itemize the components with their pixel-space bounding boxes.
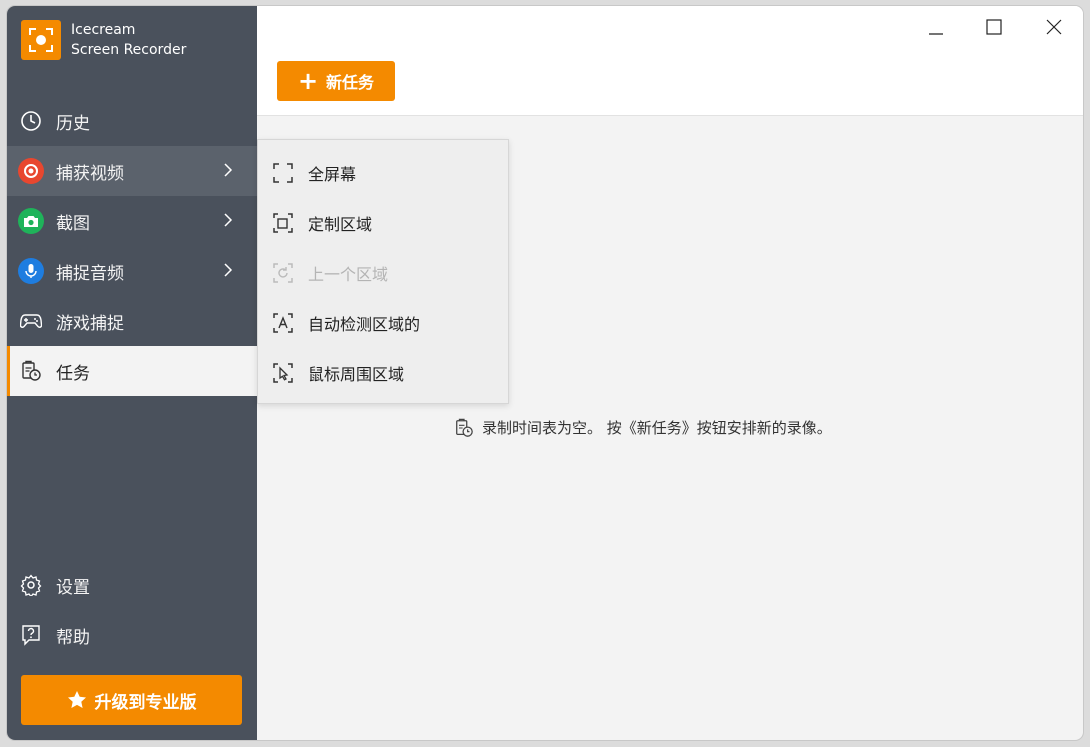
task-icon [18, 358, 44, 384]
menu-item-label: 鼠标周围区域 [308, 365, 405, 384]
camera-icon [18, 208, 44, 234]
star-icon [67, 691, 86, 708]
plus-icon: + [297, 67, 319, 95]
sidebar-item-game-capture[interactable]: 游戏捕捉 [7, 296, 257, 346]
sidebar-item-capture-video[interactable]: 捕获视频 [7, 146, 257, 196]
help-icon [18, 622, 44, 648]
sidebar-item-tasks[interactable]: 任务 [7, 346, 257, 396]
sidebar-item-label: 捕获视频 [56, 163, 124, 184]
sidebar-item-label: 设置 [56, 577, 90, 598]
menu-item-fullscreen[interactable]: 全屏幕 [258, 148, 508, 198]
fullscreen-icon [271, 161, 295, 185]
minimize-button[interactable] [921, 16, 951, 38]
capture-video-submenu: 全屏幕 定制区域 上一个区域 自动检测区域的 鼠标周围区域 [257, 139, 509, 404]
sidebar-item-label: 任务 [56, 363, 90, 384]
sidebar-item-screenshot[interactable]: 截图 [7, 196, 257, 246]
app-name-line1: Icecream [71, 22, 136, 38]
close-button[interactable] [1039, 16, 1069, 38]
minimize-icon [929, 33, 943, 35]
maximize-icon [986, 19, 1002, 35]
record-icon [18, 158, 44, 184]
menu-item-label: 全屏幕 [308, 165, 357, 184]
microphone-icon [18, 258, 44, 284]
sidebar-nav: 历史 捕获视频 截图 捕捉音频 游戏捕捉 任务 [7, 96, 257, 396]
sidebar-item-capture-audio[interactable]: 捕捉音频 [7, 246, 257, 296]
menu-item-label: 自动检测区域的 [308, 315, 421, 334]
previous-area-icon [271, 261, 295, 285]
custom-area-icon [271, 211, 295, 235]
brand: Icecream Screen Recorder [21, 20, 186, 60]
auto-detect-icon [271, 311, 295, 335]
sidebar: Icecream Screen Recorder 历史 捕获视频 截图 捕捉音频… [7, 6, 257, 740]
sidebar-item-label: 帮助 [56, 627, 90, 648]
sidebar-item-help[interactable]: 帮助 [7, 610, 257, 660]
sidebar-item-label: 历史 [56, 113, 90, 134]
menu-item-previous-area[interactable]: 上一个区域 [258, 248, 508, 298]
upgrade-label: 升级到专业版 [94, 692, 197, 713]
task-icon [456, 418, 473, 437]
sidebar-item-label: 截图 [56, 213, 90, 234]
empty-message: 录制时间表为空。 按《新任务》按钮安排新的录像。 [482, 419, 832, 437]
chevron-right-icon [224, 263, 233, 277]
sidebar-bottom-nav: 设置 帮助 [7, 560, 257, 660]
gear-icon [18, 572, 44, 598]
app-logo-icon [21, 20, 61, 60]
new-task-button[interactable]: + 新任务 [277, 61, 395, 101]
menu-item-label: 定制区域 [308, 215, 373, 234]
upgrade-button[interactable]: 升级到专业版 [21, 675, 242, 725]
maximize-button[interactable] [979, 16, 1009, 38]
menu-item-custom-area[interactable]: 定制区域 [258, 198, 508, 248]
chevron-right-icon [224, 163, 233, 177]
top-bar: + 新任务 [257, 6, 1083, 116]
cursor-area-icon [271, 361, 295, 385]
empty-state: 录制时间表为空。 按《新任务》按钮安排新的录像。 [454, 417, 832, 438]
sidebar-item-label: 游戏捕捉 [56, 313, 124, 334]
app-window: Icecream Screen Recorder 历史 捕获视频 截图 捕捉音频… [7, 6, 1083, 740]
sidebar-item-history[interactable]: 历史 [7, 96, 257, 146]
menu-item-label: 上一个区域 [308, 265, 389, 284]
chevron-right-icon [224, 213, 233, 227]
menu-item-cursor-area[interactable]: 鼠标周围区域 [258, 348, 508, 398]
app-name-line2: Screen Recorder [71, 42, 187, 58]
sidebar-item-label: 捕捉音频 [56, 263, 124, 284]
sidebar-item-settings[interactable]: 设置 [7, 560, 257, 610]
close-icon [1046, 19, 1062, 35]
clock-icon [18, 108, 44, 134]
gamepad-icon [18, 308, 44, 334]
menu-item-auto-detect[interactable]: 自动检测区域的 [258, 298, 508, 348]
new-task-label: 新任务 [326, 73, 375, 92]
